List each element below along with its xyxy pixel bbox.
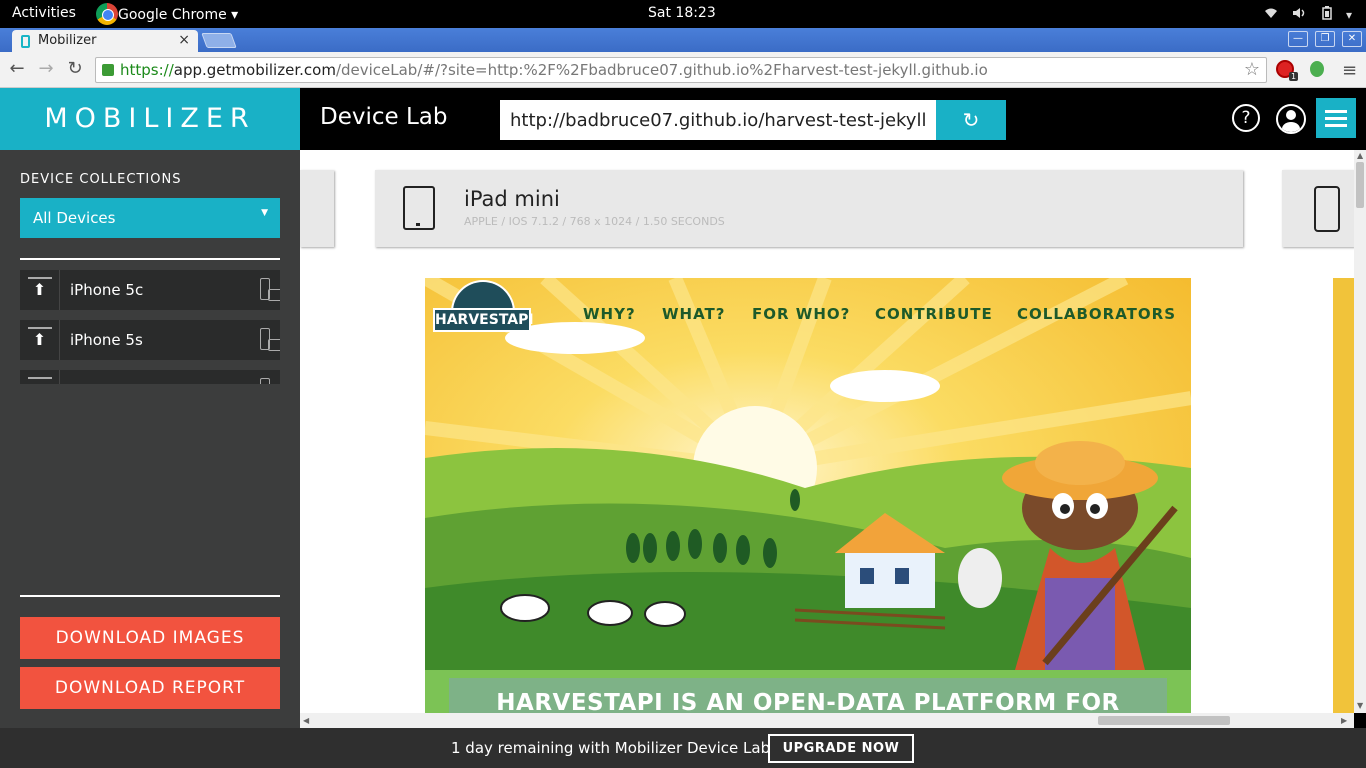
refresh-icon: ↻ [962,108,980,132]
preview-nav-for-who[interactable]: FOR WHO? [752,304,850,323]
trial-footer: 1 day remaining with Mobilizer Device La… [0,728,1366,768]
device-meta: APPLE / IOS 7.1.2 / 768 x 1024 / 1.50 SE… [464,215,725,228]
url-scheme: https:// [120,61,174,79]
rotate-device-icon[interactable] [260,278,280,301]
device-name: iPhone 5c [70,281,144,299]
device-card-previous[interactable] [300,170,334,247]
scroll-left-icon[interactable]: ◀ [303,716,309,725]
menu-button[interactable] [1316,98,1356,138]
device-name: iPad mini [464,187,560,211]
harvestapi-logo[interactable]: HARVESTAPI [433,280,534,332]
tab-mobilizer[interactable]: Mobilizer × [12,30,198,52]
clock[interactable]: Sat 18:23 [648,5,716,21]
scroll-up-icon[interactable]: ▲ [1357,151,1363,160]
device-card-next[interactable] [1282,170,1354,247]
system-tray[interactable]: ▾ [1264,6,1352,23]
trial-message: 1 day remaining with Mobilizer Device La… [451,739,771,757]
back-arrow-icon[interactable]: ← [6,58,28,79]
site-url-input[interactable] [500,100,936,140]
page-title: Device Lab [320,104,448,130]
move-to-top-icon[interactable]: ⬆ [20,270,60,310]
minimize-window-icon[interactable]: — [1288,31,1308,47]
preview-nav-contribute[interactable]: CONTRIBUTE [875,304,993,323]
download-images-button[interactable]: DOWNLOAD IMAGES [20,617,280,659]
scroll-down-icon[interactable]: ▼ [1357,701,1363,710]
hamburger-icon [1325,110,1347,113]
move-to-top-icon[interactable]: ⬆ [20,320,60,360]
new-tab-button[interactable] [201,33,237,48]
system-menu-caret-icon: ▾ [1345,7,1352,22]
address-bar[interactable]: https://app.getmobilizer.com/deviceLab/#… [95,57,1267,83]
browser-toolbar: ← → ↻ https://app.getmobilizer.com/devic… [0,52,1366,88]
extension-badge: 1 [1289,72,1299,81]
volume-icon [1292,7,1308,22]
activities-button[interactable]: Activities [12,5,76,21]
bookmark-star-icon[interactable]: ☆ [1244,59,1260,80]
preview-nav-collaborators[interactable]: COLLABORATORS [1017,304,1176,323]
phone-icon [1314,186,1340,232]
tab-title: Mobilizer [38,33,97,48]
system-top-bar: Activities Google Chrome ▾ Sat 18:23 ▾ [0,0,1366,28]
harvestapi-logo-text: HARVESTAPI [433,308,534,332]
device-item-iphone-5c[interactable]: ⬆ iPhone 5c [20,270,280,310]
chrome-icon [96,3,118,25]
battery-icon [1322,6,1332,23]
help-icon[interactable]: ? [1232,104,1260,132]
app-menu[interactable]: Google Chrome ▾ [96,3,239,25]
collection-select-value: All Devices [33,209,116,227]
tablet-icon [403,186,435,230]
tab-close-icon[interactable]: × [178,32,190,48]
app-header: Device Lab ↻ ? [300,88,1366,150]
site-preview-next[interactable] [1333,278,1354,713]
mobilizer-favicon-icon [21,35,30,48]
rotate-device-icon[interactable] [260,378,270,384]
device-name: iPhone 5s [70,331,143,349]
collection-select[interactable]: All Devices ▼ [20,198,280,238]
tab-strip: Mobilizer × — ❐ ✕ [0,28,1366,52]
wifi-icon [1264,7,1278,22]
url-host: app.getmobilizer.com [173,61,336,79]
device-card-ipad-mini[interactable]: iPad mini APPLE / IOS 7.1.2 / 768 x 1024… [375,170,1243,247]
sidebar: DEVICE COLLECTIONS All Devices ▼ ⬆ iPhon… [0,150,300,728]
upgrade-now-button[interactable]: UPGRADE NOW [768,734,914,763]
device-lab-canvas[interactable]: iPad mini APPLE / IOS 7.1.2 / 768 x 1024… [300,150,1354,713]
download-report-button[interactable]: DOWNLOAD REPORT [20,667,280,709]
preview-headline: HARVESTAPI IS AN OPEN-DATA PLATFORM FOR [496,690,1120,713]
move-to-top-icon[interactable] [20,370,60,384]
site-preview[interactable]: HARVESTAPI WHY? WHAT? FOR WHO? CONTRIBUT… [425,278,1191,713]
chrome-menu-icon[interactable]: ≡ [1342,60,1357,81]
preview-nav-what[interactable]: WHAT? [662,304,725,323]
close-window-icon[interactable]: ✕ [1342,31,1362,47]
lock-icon [102,64,114,76]
restore-window-icon[interactable]: ❐ [1315,31,1335,47]
device-item-partial[interactable] [20,370,280,384]
horizontal-scroll-thumb[interactable] [1098,716,1230,725]
green-extension-icon[interactable] [1310,61,1324,77]
rotate-device-icon[interactable] [260,328,280,351]
scroll-right-icon[interactable]: ▶ [1341,716,1347,725]
divider [20,595,280,597]
device-item-iphone-5s[interactable]: ⬆ iPhone 5s [20,320,280,360]
reload-icon[interactable]: ↻ [64,58,86,79]
vertical-scroll-thumb[interactable] [1356,162,1364,208]
refresh-preview-button[interactable]: ↻ [936,100,1006,140]
forward-arrow-icon[interactable]: → [35,58,57,79]
mobilizer-logo[interactable]: MOBILIZER [0,88,300,150]
divider [20,258,280,260]
horizontal-scrollbar[interactable]: ◀ ▶ [300,713,1354,728]
harvest-hero-illustration [425,278,1191,713]
url-path: /deviceLab/#/?site=http:%2F%2Fbadbruce07… [335,61,988,79]
app-menu-label: Google Chrome ▾ [118,7,239,23]
vertical-scrollbar[interactable]: ▲ ▼ [1354,150,1366,713]
device-list[interactable]: ⬆ iPhone 5c ⬆ iPhone 5s [20,270,280,384]
user-account-icon[interactable] [1276,104,1306,134]
dropdown-caret-icon: ▼ [261,208,268,218]
preview-nav-why[interactable]: WHY? [583,304,636,323]
device-collections-heading: DEVICE COLLECTIONS [20,172,182,187]
